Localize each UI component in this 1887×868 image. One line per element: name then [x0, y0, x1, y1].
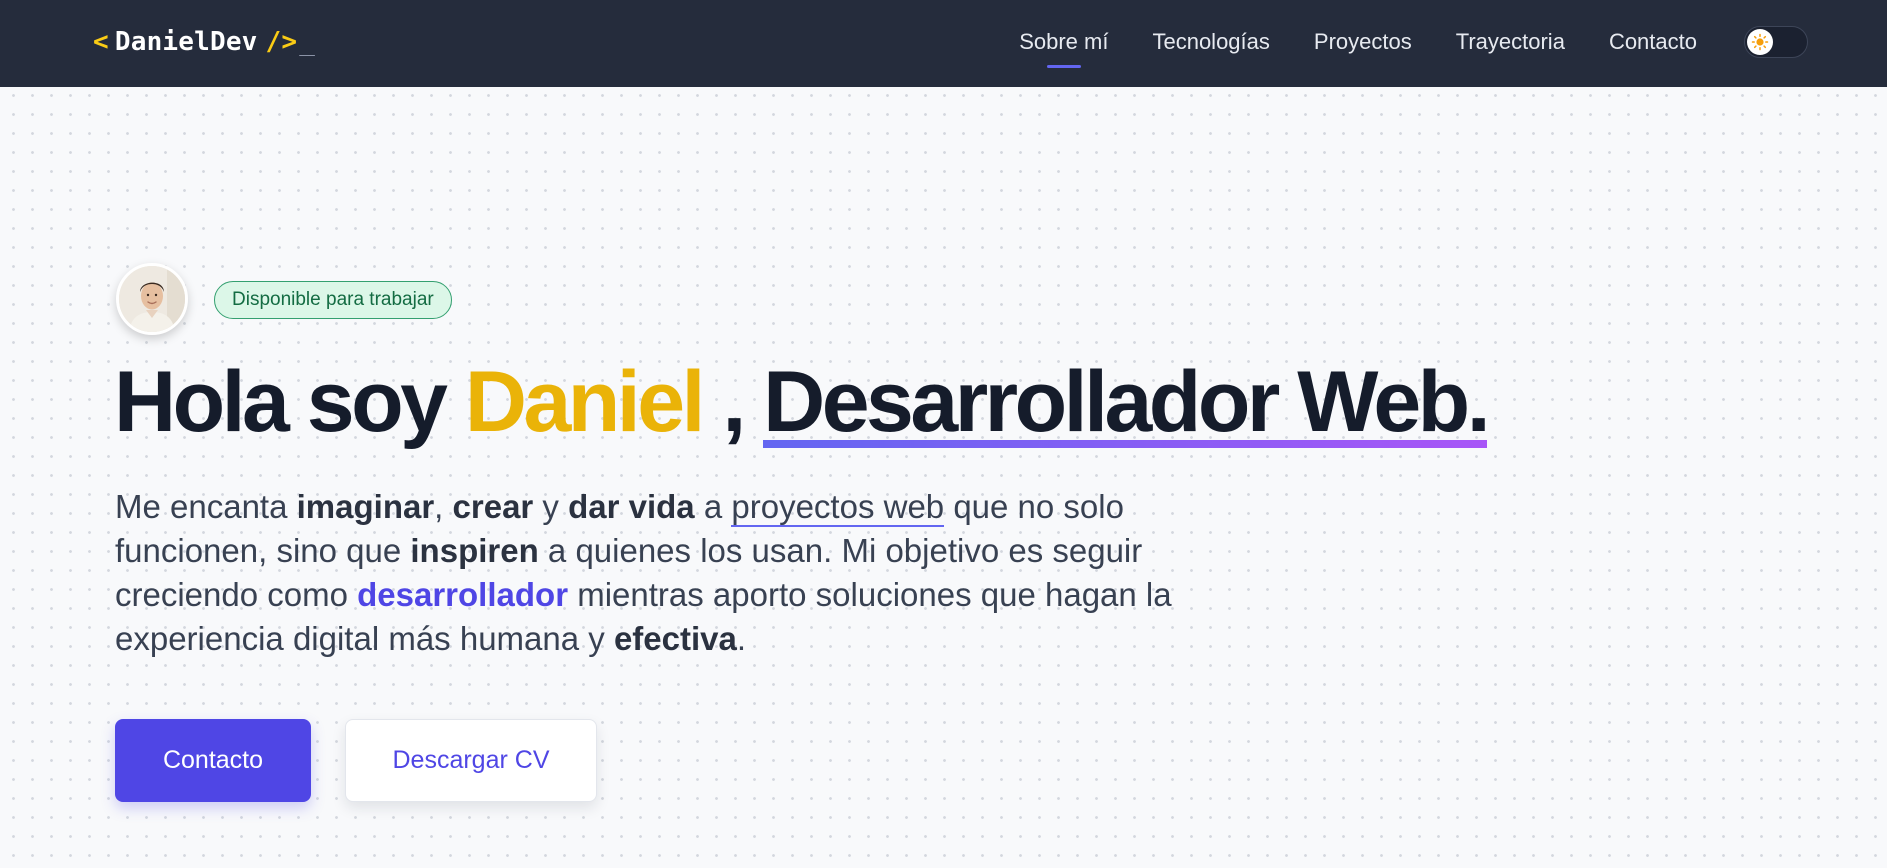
intro-text: Me encanta	[115, 488, 297, 525]
contact-button[interactable]: Contacto	[115, 719, 311, 802]
avatar-photo	[119, 266, 185, 332]
status-badge: Disponible para trabajar	[214, 281, 452, 319]
intro-paragraph: Me encanta imaginar, crear y dar vida a …	[115, 485, 1195, 661]
intro-emphasis: dar vida	[568, 488, 695, 525]
intro-accent: desarrollador	[357, 576, 569, 613]
intro-text: .	[736, 620, 747, 657]
headline-greeting: Hola soy	[114, 354, 465, 450]
main-menu: Sobre mí Tecnologías Proyectos Trayector…	[1019, 26, 1697, 58]
logo-name: DanielDev	[114, 27, 258, 57]
theme-toggle[interactable]	[1744, 26, 1808, 58]
nav-link-tecnologias[interactable]: Tecnologías	[1152, 26, 1269, 58]
avatar	[116, 263, 188, 335]
intro-emphasis: crear	[452, 488, 534, 525]
intro-emphasis: efectiva	[613, 620, 737, 657]
logo-close-bracket: />	[265, 27, 298, 57]
nav-link-contacto[interactable]: Contacto	[1609, 26, 1697, 58]
intro-text: a	[694, 488, 732, 525]
logo-cursor: _	[299, 27, 316, 57]
headline-name: Daniel	[464, 354, 706, 450]
logo-open-bracket: <	[93, 27, 109, 57]
sun-icon	[1751, 33, 1769, 51]
intro-underlined: proyectos web	[731, 488, 945, 527]
site-logo[interactable]: < DanielDev /> _	[93, 24, 315, 60]
intro-emphasis: imaginar	[296, 488, 435, 525]
top-navbar: < DanielDev /> _ Sobre mí Tecnologías Pr…	[0, 0, 1887, 87]
intro-text: y	[533, 488, 569, 525]
page-title: Hola soy Daniel , Desarrollador Web.	[114, 352, 1491, 452]
nav-link-sobre-mi[interactable]: Sobre mí	[1019, 26, 1108, 58]
nav-link-trayectoria[interactable]: Trayectoria	[1456, 26, 1565, 58]
nav-link-proyectos[interactable]: Proyectos	[1314, 26, 1412, 58]
intro-emphasis: inspiren	[410, 532, 539, 569]
headline-role: Desarrollador Web.	[763, 352, 1491, 452]
headline-separator: ,	[701, 354, 764, 450]
download-cv-button[interactable]: Descargar CV	[345, 719, 597, 802]
intro-text: ,	[434, 488, 453, 525]
toggle-knob	[1747, 29, 1773, 55]
